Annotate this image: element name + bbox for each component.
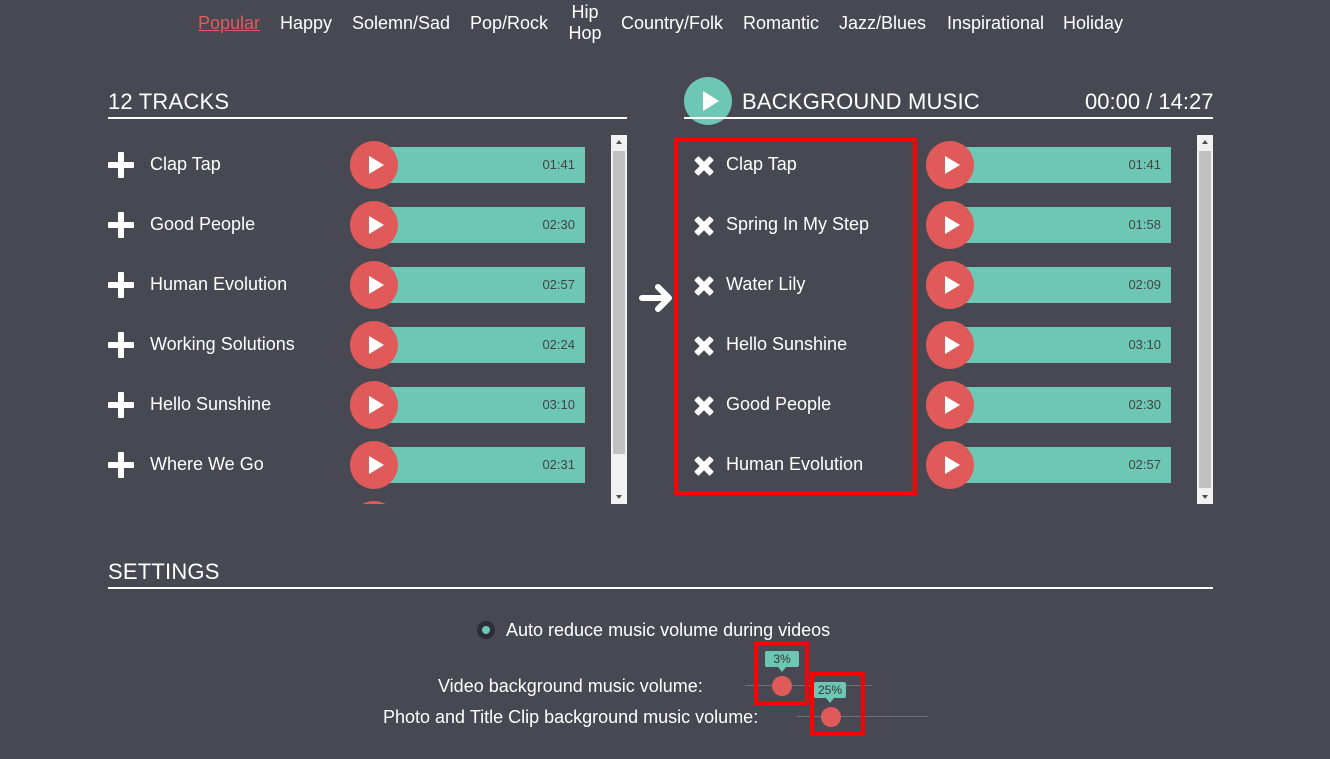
track-duration: 03:10 (542, 397, 575, 412)
scroll-down-arrow-icon[interactable] (1197, 490, 1213, 504)
genre-nav: Popular Happy Solemn/Sad Pop/Rock Hip Ho… (0, 0, 1330, 48)
track-waveform-bar[interactable]: 01:41 (960, 147, 1171, 183)
highlight-box (674, 138, 917, 495)
track-waveform-bar[interactable]: 02:30 (960, 387, 1171, 423)
highlight-box (754, 641, 809, 705)
library-scrollbar[interactable] (611, 135, 627, 504)
library-track-row: Where We Go 02:31 (108, 435, 608, 495)
play-button[interactable] (926, 141, 974, 189)
add-icon[interactable] (108, 332, 134, 358)
track-waveform-bar[interactable]: 01:58 (960, 207, 1171, 243)
track-name: Good People (150, 214, 256, 234)
genre-inspirational[interactable]: Inspirational (947, 13, 1044, 34)
scroll-thumb[interactable] (1199, 151, 1211, 488)
library-track-row-partial (108, 495, 608, 504)
scroll-up-arrow-icon[interactable] (611, 135, 627, 149)
play-button[interactable] (350, 441, 398, 489)
library-track-row: Clap Tap 01:41 (108, 135, 608, 195)
scroll-up-arrow-icon[interactable] (1197, 135, 1213, 149)
track-name: Working Solutions (150, 334, 295, 354)
genre-romantic[interactable]: Romantic (743, 13, 819, 34)
photo-volume-label: Photo and Title Clip background music vo… (383, 707, 759, 727)
add-icon[interactable] (108, 212, 134, 238)
auto-reduce-label: Auto reduce music volume during videos (506, 620, 831, 640)
settings-rule (108, 587, 1213, 589)
track-waveform-bar[interactable]: 02:57 (384, 267, 585, 303)
add-icon[interactable] (108, 272, 134, 298)
play-button[interactable] (926, 441, 974, 489)
track-waveform-bar[interactable]: 01:41 (384, 147, 585, 183)
track-name: Clap Tap (150, 154, 221, 174)
add-icon[interactable] (108, 392, 134, 418)
track-duration: 02:09 (1128, 277, 1161, 292)
genre-holiday[interactable]: Holiday (1063, 13, 1123, 34)
play-button[interactable] (926, 201, 974, 249)
play-button[interactable] (926, 261, 974, 309)
add-icon[interactable] (108, 452, 134, 478)
library-track-row: Working Solutions 02:24 (108, 315, 608, 375)
library-track-row: Human Evolution 02:57 (108, 255, 608, 315)
track-duration: 02:57 (542, 277, 575, 292)
track-duration: 01:58 (1128, 217, 1161, 232)
background-music-title: BACKGROUND MUSIC (742, 89, 980, 114)
auto-reduce-radio[interactable] (477, 621, 495, 639)
genre-hip-hop[interactable]: Hip Hop (568, 2, 602, 44)
settings-title: SETTINGS (108, 559, 220, 584)
track-waveform-bar[interactable]: 03:10 (384, 387, 585, 423)
play-button[interactable] (926, 381, 974, 429)
track-duration: 02:24 (542, 337, 575, 352)
genre-country-folk[interactable]: Country/Folk (621, 13, 723, 34)
track-waveform-bar[interactable]: 03:10 (960, 327, 1171, 363)
track-waveform-bar[interactable]: 02:31 (384, 447, 585, 483)
track-name: Where We Go (150, 454, 264, 474)
library-rule (108, 117, 627, 119)
genre-popular[interactable]: Popular (198, 13, 260, 34)
library-track-row: Good People 02:30 (108, 195, 608, 255)
highlight-box (810, 672, 865, 736)
track-name: Human Evolution (150, 274, 288, 294)
play-button[interactable] (350, 141, 398, 189)
background-rule (684, 117, 1213, 119)
play-button[interactable] (350, 321, 398, 369)
track-duration: 02:31 (542, 457, 575, 472)
track-duration: 03:10 (1128, 337, 1161, 352)
video-volume-label: Video background music volume: (438, 676, 703, 696)
playback-time: 00:00 / 14:27 (1085, 89, 1214, 114)
genre-solemn-sad[interactable]: Solemn/Sad (352, 13, 450, 34)
track-waveform-bar[interactable]: 02:24 (384, 327, 585, 363)
scroll-down-arrow-icon[interactable] (611, 490, 627, 504)
track-waveform-bar[interactable]: 02:57 (960, 447, 1171, 483)
scroll-thumb[interactable] (613, 151, 625, 454)
library-track-list: Clap Tap 01:41 Good People 02:30 Human E… (108, 135, 608, 504)
play-button[interactable] (350, 201, 398, 249)
track-duration: 02:57 (1128, 457, 1161, 472)
play-button[interactable] (350, 501, 398, 504)
genre-hip-hop-line2: Hop (568, 23, 602, 43)
arrow-right-icon (639, 284, 672, 312)
play-button[interactable] (350, 381, 398, 429)
background-scrollbar[interactable] (1197, 135, 1213, 504)
track-waveform-bar[interactable]: 02:09 (960, 267, 1171, 303)
play-button[interactable] (350, 261, 398, 309)
track-duration: 01:41 (1128, 157, 1161, 172)
track-duration: 02:30 (1128, 397, 1161, 412)
track-duration: 01:41 (542, 157, 575, 172)
genre-happy[interactable]: Happy (280, 13, 332, 34)
add-icon[interactable] (108, 152, 134, 178)
track-waveform-bar[interactable]: 02:30 (384, 207, 585, 243)
track-name: Hello Sunshine (150, 394, 272, 414)
genre-hip-hop-line1: Hip (571, 2, 599, 22)
genre-pop-rock[interactable]: Pop/Rock (470, 13, 548, 34)
play-button[interactable] (926, 321, 974, 369)
library-title: 12 TRACKS (108, 89, 230, 114)
library-track-row: Hello Sunshine 03:10 (108, 375, 608, 435)
track-duration: 02:30 (542, 217, 575, 232)
genre-jazz-blues[interactable]: Jazz/Blues (839, 13, 926, 34)
